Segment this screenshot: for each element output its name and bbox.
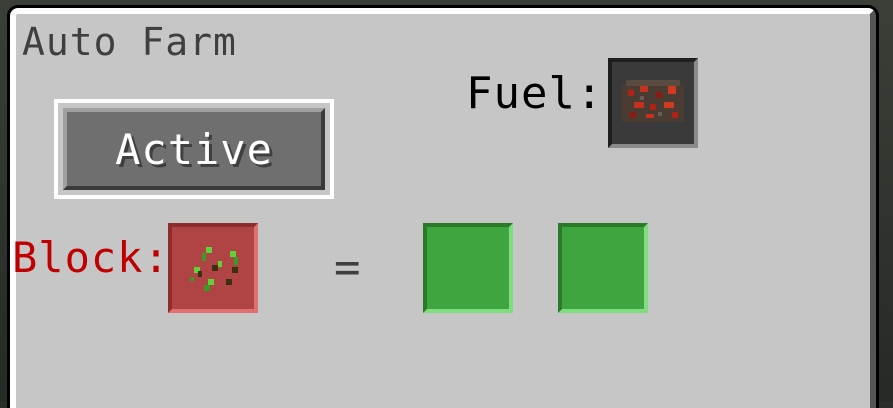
fuel-label: Fuel: [466, 68, 604, 119]
active-toggle-outline: Active [54, 99, 334, 199]
output-slot-2[interactable] [558, 223, 648, 313]
block-slot[interactable] [168, 223, 258, 313]
auto-farm-window [10, 8, 876, 408]
redstone-ore-icon [622, 80, 684, 122]
output-slot-1[interactable] [423, 223, 513, 313]
active-toggle-button[interactable]: Active [63, 108, 325, 190]
equals-sign: = [334, 242, 361, 293]
fuel-slot[interactable] [608, 58, 698, 148]
seeds-icon [190, 247, 238, 291]
window-title: Auto Farm [22, 20, 237, 64]
block-label: Block: [12, 233, 170, 282]
